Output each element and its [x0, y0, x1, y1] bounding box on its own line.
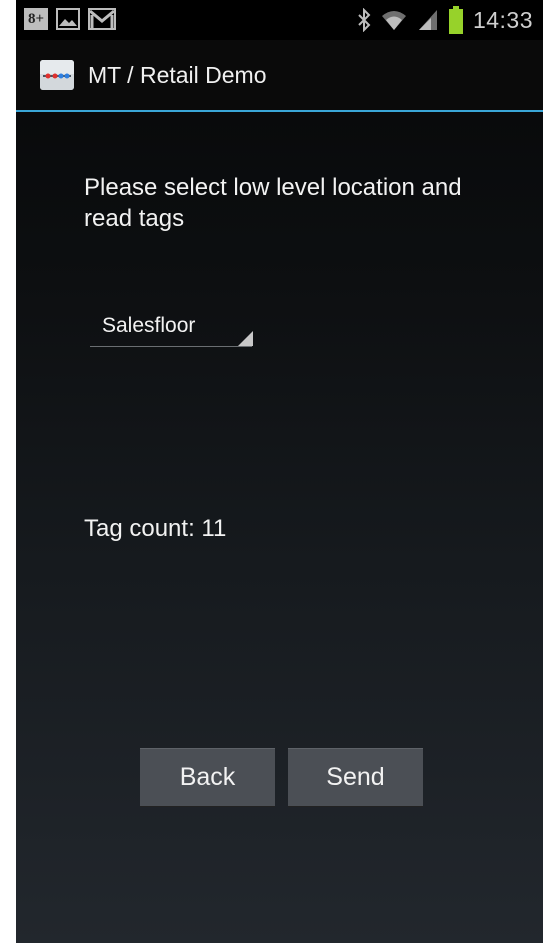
signal-icon	[418, 10, 437, 30]
wifi-icon	[381, 11, 406, 30]
spinner-arrow-icon	[238, 331, 253, 346]
location-spinner[interactable]: Salesfloor	[90, 306, 253, 347]
location-spinner-value: Salesfloor	[102, 314, 196, 337]
instruction-text: Please select low level location and rea…	[84, 174, 462, 232]
bluetooth-icon	[358, 8, 371, 32]
notification-icons: 8+	[24, 8, 116, 30]
back-button[interactable]: Back	[140, 748, 275, 806]
system-icons: 14:33	[357, 6, 533, 34]
battery-icon	[448, 6, 463, 34]
action-bar: MT / Retail Demo	[16, 40, 543, 112]
google-plus-icon: 8+	[24, 8, 48, 30]
app-logo-icon[interactable]	[40, 60, 74, 90]
gmail-icon	[88, 8, 116, 30]
tag-count-label: Tag count: 11	[84, 515, 227, 542]
clock: 14:33	[472, 6, 533, 33]
app-screen: 8+ 14:33 MT / Retail Demo Please select …	[16, 0, 543, 943]
send-button[interactable]: Send	[288, 748, 423, 806]
app-title: MT / Retail Demo	[88, 62, 267, 88]
status-bar: 8+ 14:33	[16, 0, 543, 40]
gallery-icon	[56, 8, 80, 30]
